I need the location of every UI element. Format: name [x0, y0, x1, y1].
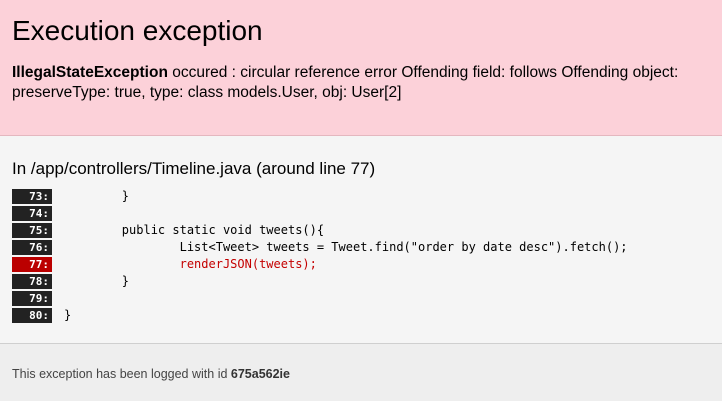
code-line: 78: }	[12, 273, 712, 290]
exception-name: IllegalStateException	[12, 64, 168, 81]
code-line: 79:	[12, 290, 712, 307]
exception-header: Execution exception IllegalStateExceptio…	[0, 0, 722, 136]
code-line: 80: }	[12, 307, 712, 324]
page-title: Execution exception	[12, 15, 263, 46]
line-number: 78:	[12, 274, 52, 289]
line-number: 76:	[12, 240, 52, 255]
line-code: public static void tweets(){	[64, 223, 325, 237]
log-message: This exception has been logged with id 6…	[12, 366, 290, 382]
line-code: }	[64, 189, 130, 203]
line-number: 77:	[12, 257, 52, 272]
exception-message: IllegalStateException occured : circular…	[12, 63, 712, 103]
source-panel: In /app/controllers/Timeline.java (aroun…	[0, 136, 722, 344]
source-location: In /app/controllers/Timeline.java (aroun…	[12, 159, 376, 178]
code-line: 73: }	[12, 188, 712, 205]
log-id: 675a562ie	[230, 367, 290, 381]
error-code-line: 77: renderJSON(tweets);	[12, 256, 712, 273]
line-number: 74:	[12, 206, 52, 221]
line-number: 75:	[12, 223, 52, 238]
code-listing: 73: } 74: 75: public static void tweets(…	[12, 188, 712, 324]
log-footer: This exception has been logged with id 6…	[0, 344, 722, 401]
line-number: 80:	[12, 308, 52, 323]
line-code: }	[64, 274, 130, 288]
code-line: 76: List<Tweet> tweets = Tweet.find("ord…	[12, 239, 712, 256]
code-line: 75: public static void tweets(){	[12, 222, 712, 239]
line-number: 79:	[12, 291, 52, 306]
line-code: renderJSON(tweets);	[64, 257, 317, 271]
line-code: }	[64, 308, 72, 322]
log-text: This exception has been logged with id	[12, 367, 231, 381]
line-code: List<Tweet> tweets = Tweet.find("order b…	[64, 240, 628, 254]
line-number: 73:	[12, 189, 52, 204]
code-line: 74:	[12, 205, 712, 222]
